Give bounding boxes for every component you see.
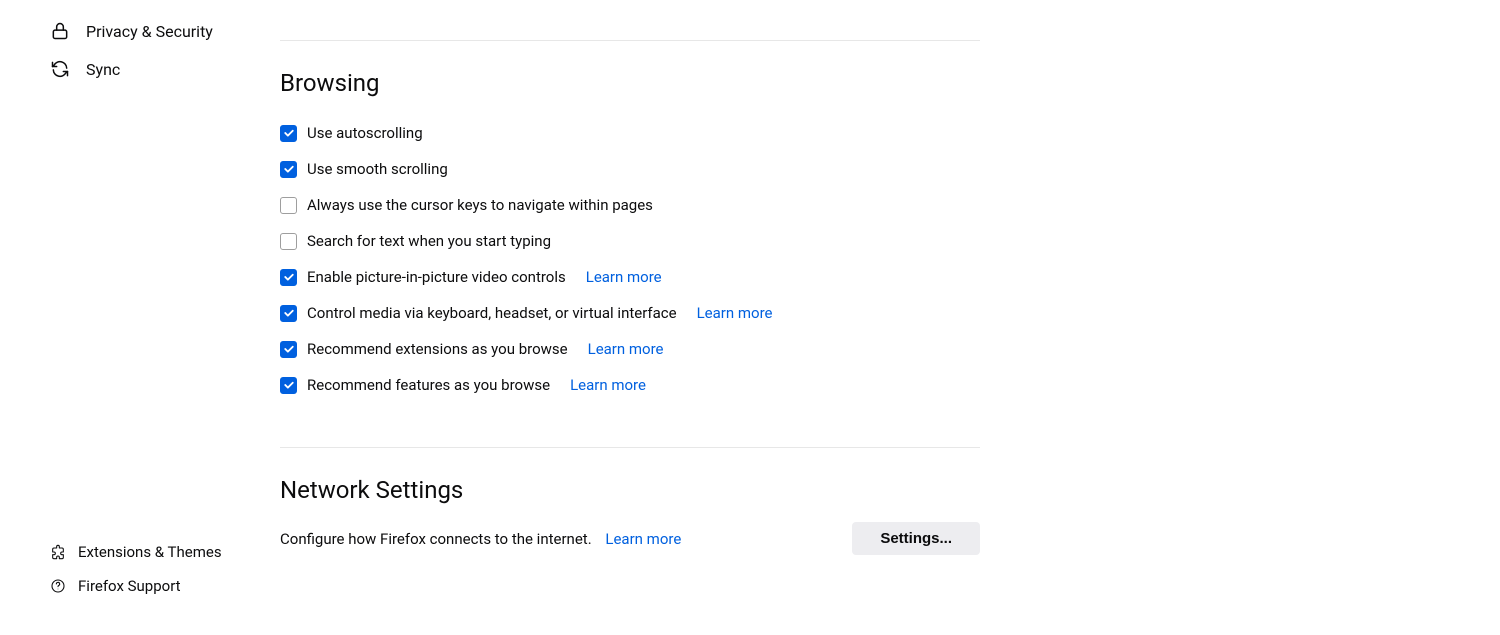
sync-icon	[50, 59, 70, 79]
question-icon	[50, 578, 66, 594]
checkbox-recommend-features[interactable]	[280, 377, 297, 394]
learn-more-link[interactable]: Learn more	[588, 340, 664, 358]
sidebar-item-label: Privacy & Security	[86, 22, 213, 41]
checkbox-label: Use autoscrolling	[307, 124, 423, 142]
checkbox-row-cursor-keys: Always use the cursor keys to navigate w…	[280, 187, 980, 223]
checkbox-pip[interactable]	[280, 269, 297, 286]
checkbox-row-smooth-scrolling: Use smooth scrolling	[280, 151, 980, 187]
learn-more-link[interactable]: Learn more	[586, 268, 662, 286]
checkbox-row-autoscrolling: Use autoscrolling	[280, 115, 980, 151]
sidebar-item-privacy[interactable]: Privacy & Security	[0, 12, 280, 50]
sidebar-item-label: Extensions & Themes	[78, 543, 222, 561]
checkbox-row-recommend-extensions: Recommend extensions as you browse Learn…	[280, 331, 980, 367]
checkbox-label: Search for text when you start typing	[307, 232, 551, 250]
checkbox-row-pip: Enable picture-in-picture video controls…	[280, 259, 980, 295]
learn-more-link[interactable]: Learn more	[570, 376, 646, 394]
checkbox-label: Control media via keyboard, headset, or …	[307, 304, 677, 322]
checkbox-cursor-keys[interactable]	[280, 197, 297, 214]
checkbox-label: Recommend extensions as you browse	[307, 340, 568, 358]
sidebar-item-sync[interactable]: Sync	[0, 50, 280, 88]
checkbox-label: Use smooth scrolling	[307, 160, 448, 178]
section-divider	[280, 40, 980, 41]
checkbox-smooth-scrolling[interactable]	[280, 161, 297, 178]
sidebar-item-label: Firefox Support	[78, 577, 181, 595]
checkbox-search-typing[interactable]	[280, 233, 297, 250]
section-divider	[280, 447, 980, 448]
checkbox-recommend-extensions[interactable]	[280, 341, 297, 358]
checkbox-label: Recommend features as you browse	[307, 376, 550, 394]
sidebar-item-support[interactable]: Firefox Support	[0, 569, 280, 603]
checkbox-row-media-control: Control media via keyboard, headset, or …	[280, 295, 980, 331]
network-heading: Network Settings	[280, 476, 980, 504]
learn-more-link[interactable]: Learn more	[697, 304, 773, 322]
puzzle-icon	[50, 544, 66, 560]
network-settings-button[interactable]: Settings...	[852, 522, 980, 555]
browsing-heading: Browsing	[280, 69, 980, 97]
checkbox-row-search-typing: Search for text when you start typing	[280, 223, 980, 259]
checkbox-label: Enable picture-in-picture video controls	[307, 268, 566, 286]
sidebar-item-label: Sync	[86, 60, 120, 79]
checkbox-media-control[interactable]	[280, 305, 297, 322]
checkbox-label: Always use the cursor keys to navigate w…	[307, 196, 653, 214]
checkbox-autoscrolling[interactable]	[280, 125, 297, 142]
learn-more-link[interactable]: Learn more	[605, 530, 681, 548]
sidebar-item-extensions[interactable]: Extensions & Themes	[0, 535, 280, 569]
network-description: Configure how Firefox connects to the in…	[280, 530, 592, 548]
checkbox-row-recommend-features: Recommend features as you browse Learn m…	[280, 367, 980, 403]
lock-icon	[50, 21, 70, 41]
